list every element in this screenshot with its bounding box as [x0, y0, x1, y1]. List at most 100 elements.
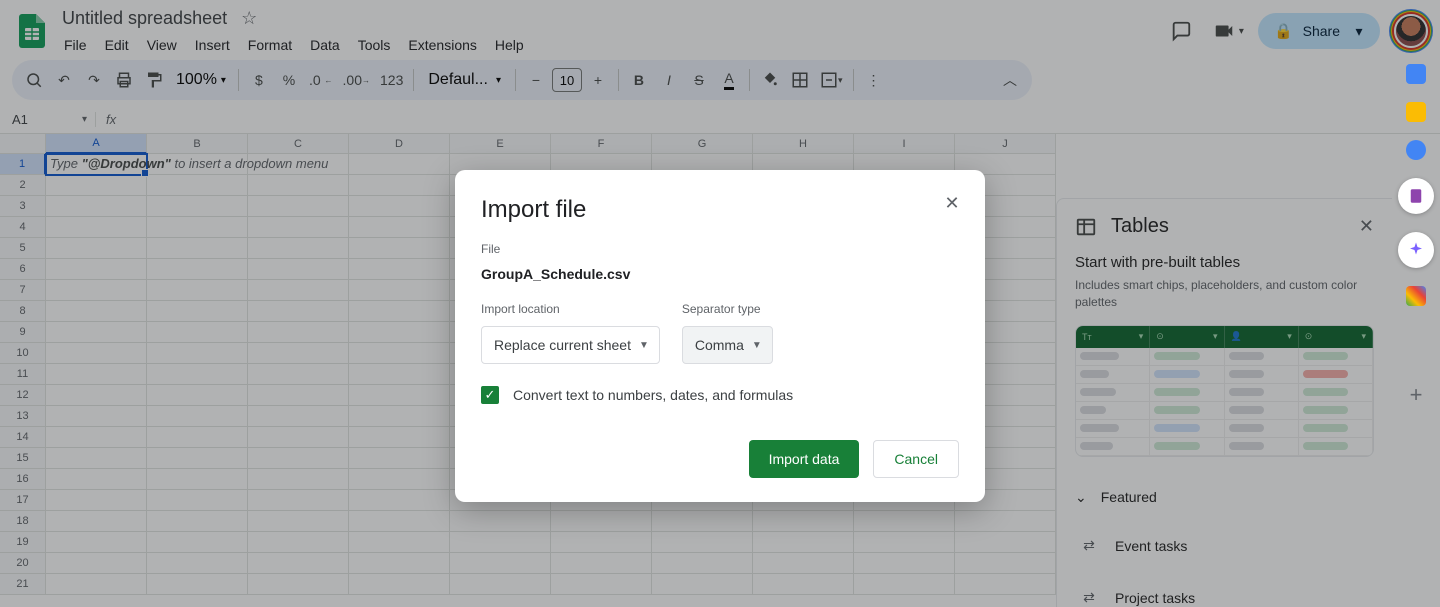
zoom-select[interactable]: 100%▾ — [170, 71, 232, 89]
cell[interactable] — [248, 343, 349, 364]
share-button[interactable]: 🔒 Share ▾ — [1258, 13, 1380, 49]
menu-insert[interactable]: Insert — [187, 33, 238, 57]
cell[interactable] — [551, 532, 652, 553]
row-header[interactable]: 6 — [0, 259, 46, 280]
keep-icon[interactable] — [1406, 102, 1426, 122]
cell[interactable] — [46, 469, 147, 490]
cell[interactable] — [450, 553, 551, 574]
contacts-fab-icon[interactable] — [1398, 178, 1434, 214]
cell[interactable] — [551, 574, 652, 595]
add-addon-icon[interactable]: + — [1410, 382, 1423, 408]
cell[interactable] — [147, 532, 248, 553]
collapse-toolbar-icon[interactable]: ︿ — [996, 66, 1024, 94]
maps-icon[interactable] — [1406, 286, 1426, 306]
menu-file[interactable]: File — [56, 33, 95, 57]
cell[interactable] — [753, 574, 854, 595]
increase-font-icon[interactable]: + — [584, 66, 612, 94]
cell[interactable] — [349, 532, 450, 553]
cell[interactable] — [46, 217, 147, 238]
currency-icon[interactable]: $ — [245, 66, 273, 94]
cell[interactable] — [248, 259, 349, 280]
cell[interactable] — [349, 469, 450, 490]
row-header[interactable]: 1 — [0, 154, 46, 175]
comments-icon[interactable] — [1163, 13, 1199, 49]
cell[interactable] — [46, 343, 147, 364]
print-icon[interactable] — [110, 66, 138, 94]
cell[interactable] — [450, 511, 551, 532]
cell[interactable] — [248, 322, 349, 343]
cell[interactable] — [349, 217, 450, 238]
row-header[interactable]: 3 — [0, 196, 46, 217]
column-header[interactable]: J — [955, 134, 1056, 153]
cell[interactable] — [955, 553, 1056, 574]
cell[interactable] — [147, 364, 248, 385]
row-header[interactable]: 16 — [0, 469, 46, 490]
column-header[interactable]: B — [147, 134, 248, 153]
cell[interactable] — [147, 196, 248, 217]
decrease-decimal-icon[interactable]: .0 ← — [305, 66, 337, 94]
cell[interactable] — [46, 238, 147, 259]
text-color-icon[interactable]: A — [715, 66, 743, 94]
column-header[interactable]: A — [46, 134, 147, 154]
select-all-corner[interactable] — [0, 134, 46, 153]
undo-icon[interactable]: ↶ — [50, 66, 78, 94]
account-avatar[interactable] — [1394, 14, 1428, 48]
cell[interactable] — [248, 301, 349, 322]
menu-format[interactable]: Format — [240, 33, 300, 57]
row-header[interactable]: 5 — [0, 238, 46, 259]
convert-checkbox[interactable]: ✓ — [481, 386, 499, 404]
cell[interactable] — [248, 532, 349, 553]
cell[interactable] — [753, 532, 854, 553]
name-box[interactable]: A1▾ — [0, 112, 96, 127]
cell[interactable] — [147, 406, 248, 427]
cell[interactable] — [46, 406, 147, 427]
column-header[interactable]: G — [652, 134, 753, 153]
increase-decimal-icon[interactable]: .00→ — [339, 66, 374, 94]
fill-color-icon[interactable] — [756, 66, 784, 94]
cell[interactable] — [652, 574, 753, 595]
close-panel-icon[interactable]: ✕ — [1359, 216, 1374, 237]
cell[interactable] — [147, 259, 248, 280]
cell[interactable] — [349, 364, 450, 385]
cell[interactable] — [349, 259, 450, 280]
cell[interactable] — [955, 532, 1056, 553]
borders-icon[interactable] — [786, 66, 814, 94]
row-header[interactable]: 13 — [0, 406, 46, 427]
more-icon[interactable]: ⋮ — [860, 66, 888, 94]
row-header[interactable]: 2 — [0, 175, 46, 196]
cell[interactable] — [46, 259, 147, 280]
document-title[interactable]: Untitled spreadsheet — [56, 6, 233, 31]
cell[interactable] — [147, 553, 248, 574]
cell[interactable] — [349, 238, 450, 259]
paint-format-icon[interactable] — [140, 66, 168, 94]
cancel-button[interactable]: Cancel — [873, 440, 959, 478]
row-header[interactable]: 20 — [0, 553, 46, 574]
share-dropdown-icon[interactable]: ▾ — [1350, 22, 1368, 40]
row-header[interactable]: 17 — [0, 490, 46, 511]
cell[interactable] — [349, 301, 450, 322]
cell[interactable] — [450, 574, 551, 595]
cell[interactable] — [248, 364, 349, 385]
cell[interactable] — [147, 322, 248, 343]
cell[interactable] — [955, 574, 1056, 595]
sheets-logo[interactable] — [12, 11, 52, 51]
row-header[interactable]: 12 — [0, 385, 46, 406]
separator-type-select[interactable]: Comma▼ — [682, 326, 773, 364]
cell[interactable] — [147, 574, 248, 595]
calendar-icon[interactable] — [1406, 64, 1426, 84]
cell[interactable] — [854, 574, 955, 595]
cell[interactable] — [147, 301, 248, 322]
cell[interactable] — [46, 553, 147, 574]
gemini-fab-icon[interactable] — [1398, 232, 1434, 268]
row-header[interactable]: 7 — [0, 280, 46, 301]
decrease-font-icon[interactable]: − — [522, 66, 550, 94]
menu-tools[interactable]: Tools — [350, 33, 399, 57]
cell[interactable] — [652, 553, 753, 574]
cell[interactable] — [551, 553, 652, 574]
cell[interactable] — [46, 175, 147, 196]
cell[interactable] — [147, 217, 248, 238]
italic-icon[interactable]: I — [655, 66, 683, 94]
row-header[interactable]: 8 — [0, 301, 46, 322]
cell[interactable] — [248, 385, 349, 406]
cell[interactable] — [46, 280, 147, 301]
